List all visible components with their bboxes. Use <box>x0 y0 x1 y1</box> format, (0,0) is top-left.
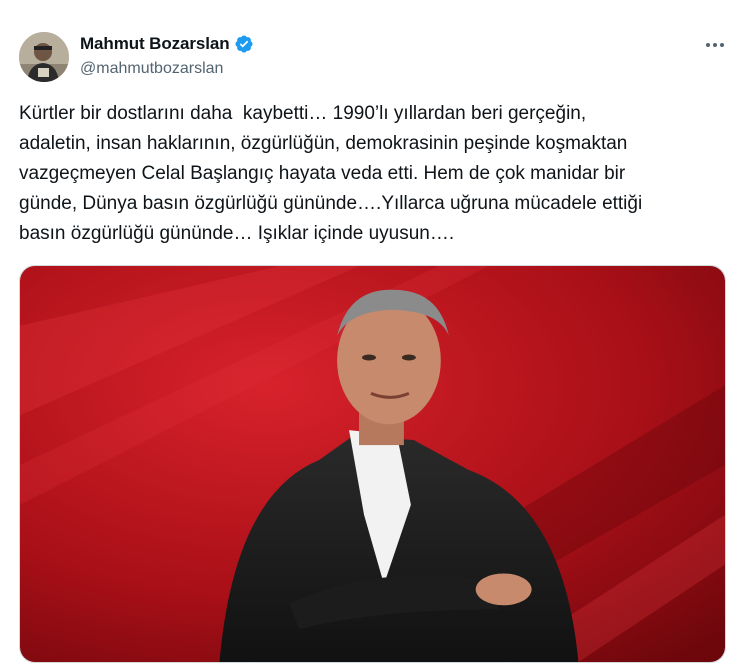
author-name-row: Mahmut Bozarslan <box>80 34 254 54</box>
photo-image <box>20 266 725 662</box>
author-handle[interactable]: @mahmutbozarslan <box>80 60 223 78</box>
verified-badge-icon[interactable] <box>234 34 254 54</box>
tweet-text: Kürtler bir dostlarını daha kaybetti… 19… <box>19 103 643 244</box>
author-avatar[interactable] <box>19 32 69 82</box>
tweet-card: Mahmut Bozarslan @mahmutbozarslan Kürtle… <box>0 0 744 666</box>
more-options-icon[interactable] <box>700 34 730 56</box>
tweet-photo[interactable] <box>19 265 726 663</box>
author-display-name[interactable]: Mahmut Bozarslan <box>80 34 230 54</box>
avatar-image <box>19 32 69 82</box>
